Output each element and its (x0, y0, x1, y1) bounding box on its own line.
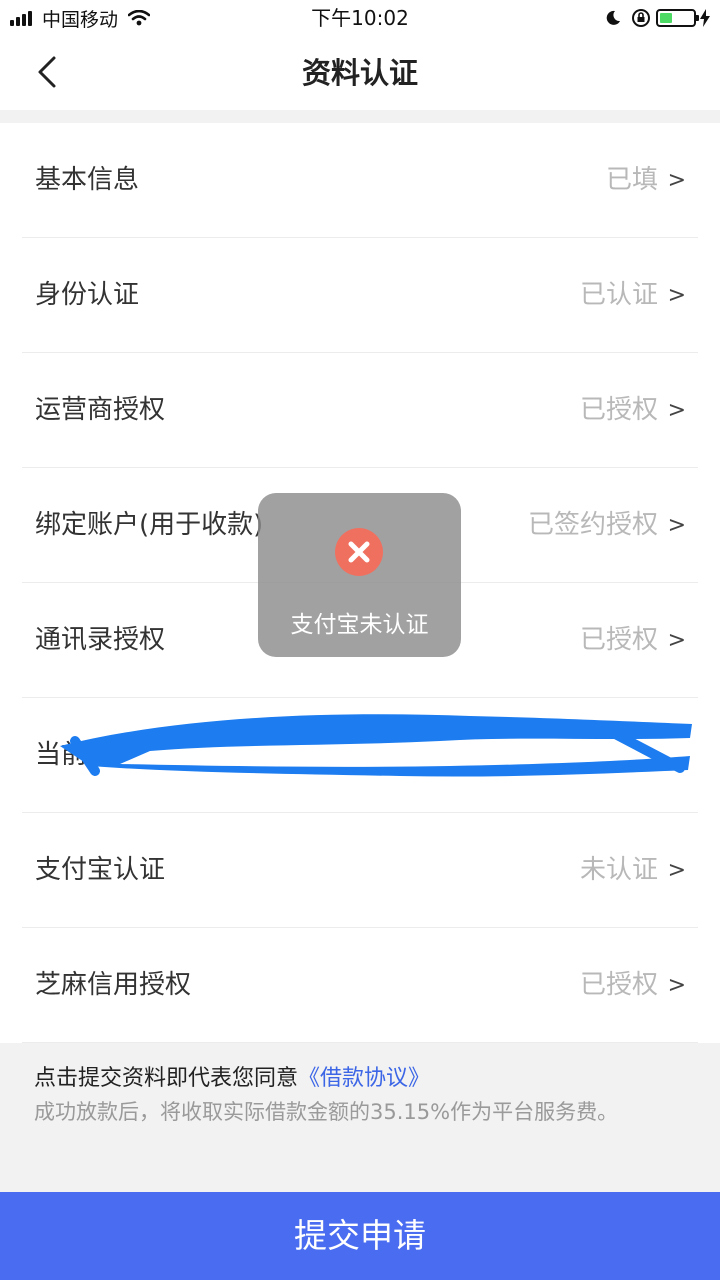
row-status: 已认证 (579, 280, 658, 310)
toast-message: 支付宝未认证 (290, 612, 429, 638)
list-item-redacted[interactable]: 当前 (22, 698, 698, 813)
chevron-right-icon: > (667, 858, 686, 883)
chevron-right-icon: > (667, 973, 686, 998)
row-label: 当前 (35, 740, 88, 770)
status-right (604, 4, 710, 32)
redaction-scribble (60, 714, 692, 777)
row-status: 已授权 (579, 395, 658, 425)
submit-application-button[interactable]: 提交申请 (0, 1192, 720, 1280)
row-label: 身份认证 (35, 280, 140, 310)
row-label: 通讯录授权 (35, 625, 166, 655)
agreement-text: 点击提交资料即代表您同意《借款协议》 (34, 1060, 430, 1092)
error-toast: 支付宝未认证 (258, 493, 461, 657)
row-status: 已授权 (579, 970, 658, 1000)
nav-bar: 资料认证 (0, 36, 720, 110)
list-item-identity[interactable]: 身份认证 已认证 > (22, 238, 698, 353)
row-status: 未认证 (579, 855, 658, 885)
list-item-sesame-credit[interactable]: 芝麻信用授权 已授权 > (22, 928, 698, 1043)
agreement-prefix: 点击提交资料即代表您同意 (34, 1066, 299, 1091)
row-label: 绑定账户(用于收款) (35, 510, 264, 540)
error-x-icon (335, 528, 383, 576)
row-label: 运营商授权 (35, 395, 166, 425)
row-label: 支付宝认证 (35, 855, 166, 885)
list-item-basic-info[interactable]: 基本信息 已填 > (22, 123, 698, 238)
loan-agreement-link[interactable]: 《借款协议》 (298, 1066, 430, 1091)
chevron-right-icon: > (667, 513, 686, 538)
fee-note: 成功放款后，将收取实际借款金额的35.15%作为平台服务费。 (34, 1100, 619, 1124)
rotation-lock-icon (632, 9, 650, 27)
chevron-right-icon: > (667, 168, 686, 193)
chevron-right-icon: > (667, 283, 686, 308)
page-title: 资料认证 (301, 56, 418, 90)
row-label: 基本信息 (35, 165, 140, 195)
battery-icon (656, 9, 699, 27)
charging-bolt-icon (700, 9, 710, 27)
row-label: 芝麻信用授权 (35, 970, 192, 1000)
row-status: 已填 (605, 165, 658, 195)
moon-icon (606, 10, 620, 25)
chevron-right-icon: > (667, 398, 686, 423)
list-item-alipay[interactable]: 支付宝认证 未认证 > (22, 813, 698, 928)
chevron-right-icon: > (667, 628, 686, 653)
row-status: 已授权 (579, 625, 658, 655)
row-status: 已签约授权 (527, 510, 658, 540)
status-bar: 中国移动 下午10:02 (0, 0, 720, 36)
list-item-carrier[interactable]: 运营商授权 已授权 > (22, 353, 698, 468)
